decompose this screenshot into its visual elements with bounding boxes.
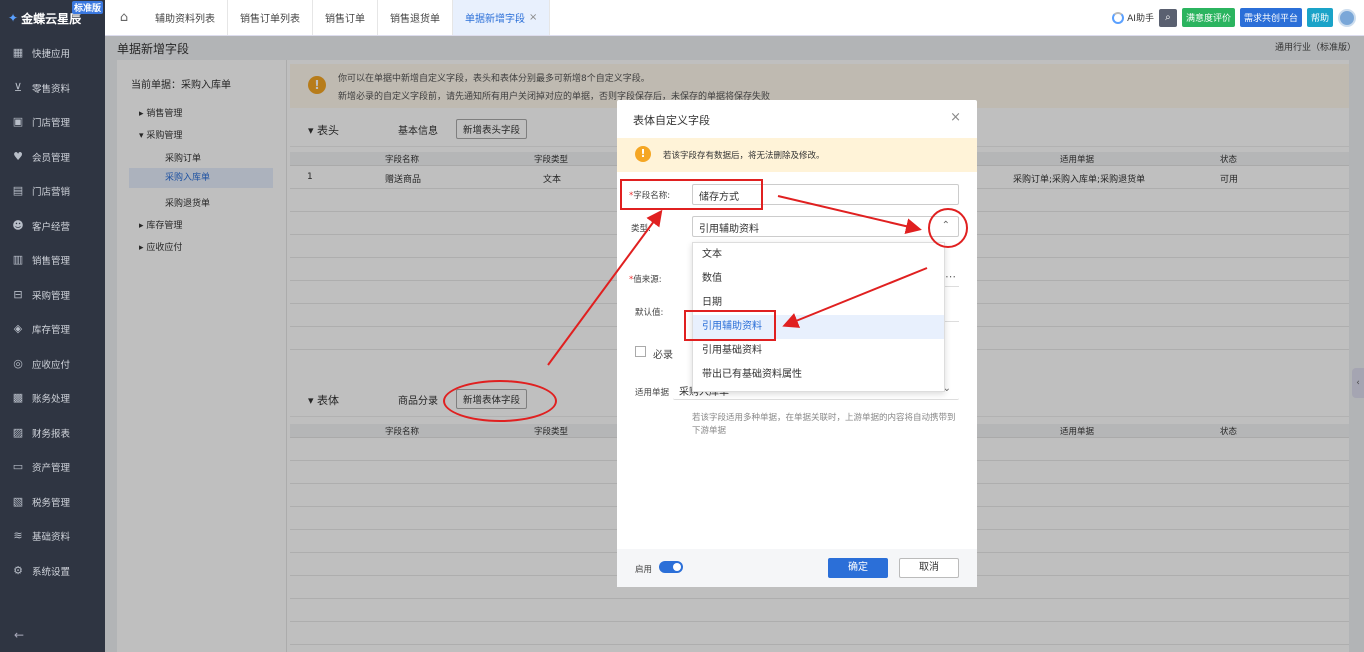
arrow-to-field-name [547,209,663,366]
annotation-arrows [547,195,928,366]
arrow-to-option [782,267,928,328]
arrow-to-chevron [777,195,922,235]
